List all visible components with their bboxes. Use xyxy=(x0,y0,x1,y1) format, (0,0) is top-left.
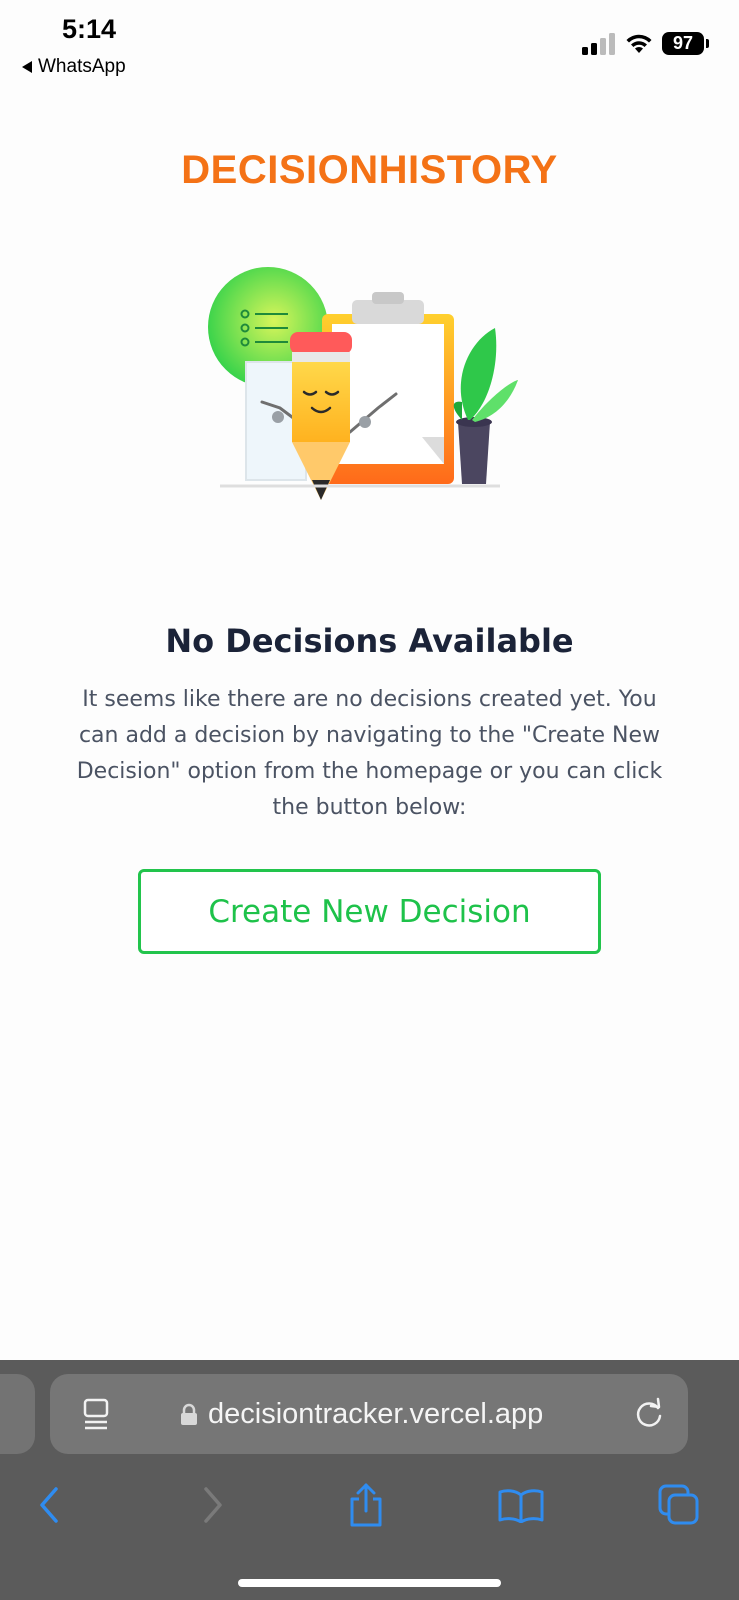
pencil-clipboard-illustration xyxy=(208,267,518,500)
status-time: 5:14 xyxy=(62,14,117,44)
status-bar: 5:14 WhatsApp 97 xyxy=(0,0,739,90)
back-icon[interactable] xyxy=(26,1480,76,1530)
reload-icon[interactable] xyxy=(632,1396,666,1432)
reader-icon[interactable] xyxy=(82,1398,110,1430)
browser-bottom-bar: decisiontracker.vercel.app xyxy=(0,1360,739,1600)
back-triangle-icon xyxy=(22,61,32,73)
wifi-icon xyxy=(626,34,652,53)
url-display[interactable]: decisiontracker.vercel.app xyxy=(180,1374,543,1454)
empty-state-description: It seems like there are no decisions cre… xyxy=(76,687,663,820)
lock-icon xyxy=(181,1403,197,1425)
share-icon[interactable] xyxy=(341,1480,391,1530)
back-to-app-link[interactable]: WhatsApp xyxy=(22,56,126,78)
empty-state-title: No Decisions Available xyxy=(165,622,574,660)
battery-nub xyxy=(706,39,709,48)
create-new-decision-button[interactable]: Create New Decision xyxy=(138,869,601,954)
browser-toolbar xyxy=(0,1480,739,1540)
home-indicator[interactable] xyxy=(238,1579,501,1587)
back-app-label: WhatsApp xyxy=(38,56,126,77)
url-text: decisiontracker.vercel.app xyxy=(208,1397,544,1430)
tabs-icon[interactable] xyxy=(654,1480,704,1530)
forward-icon[interactable] xyxy=(186,1480,236,1530)
cellular-signal-icon xyxy=(582,33,615,55)
bookmarks-icon[interactable] xyxy=(496,1480,546,1530)
address-bar[interactable]: decisiontracker.vercel.app xyxy=(50,1374,688,1454)
brand-title: DECISIONHISTORY xyxy=(181,148,558,192)
previous-tab-preview[interactable] xyxy=(0,1374,35,1454)
battery-indicator: 97 xyxy=(662,32,704,55)
